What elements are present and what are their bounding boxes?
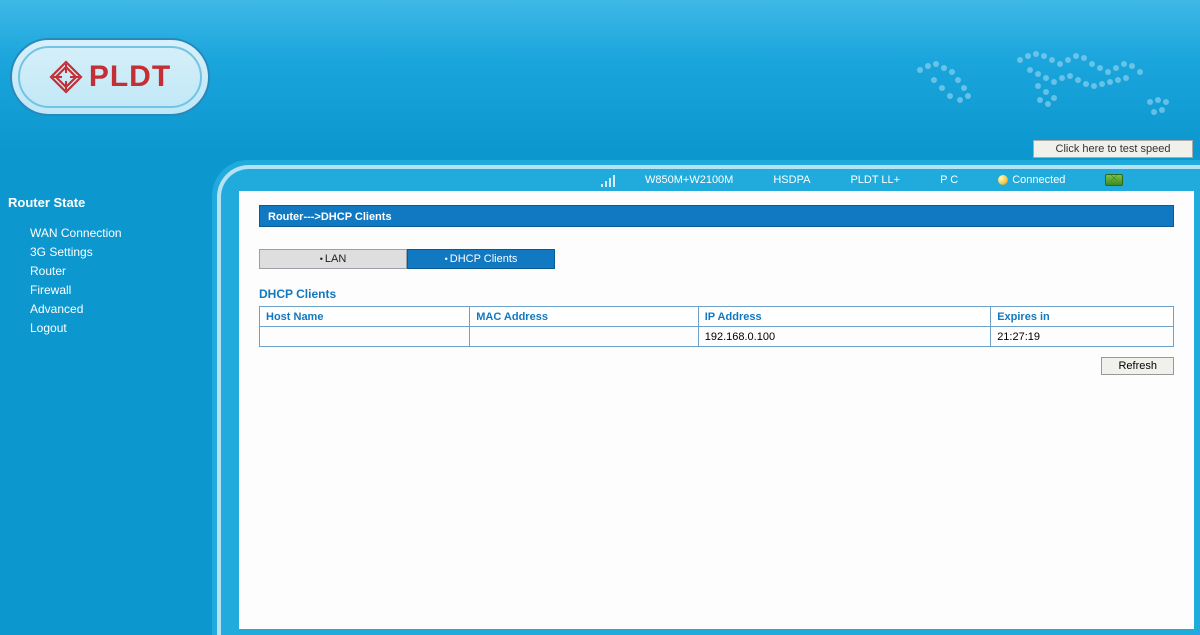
- status-bar: W850M+W2100M HSDPA PLDT LL+ P C Connecte…: [221, 169, 1200, 191]
- dhcp-clients-table: Host Name MAC Address IP Address Expires…: [259, 306, 1174, 347]
- connection-dot-icon: [998, 175, 1008, 185]
- breadcrumb: Router--->DHCP Clients: [259, 205, 1174, 227]
- sidebar-item-wan-connection[interactable]: WAN Connection: [30, 226, 188, 240]
- tabs: •LAN •DHCP Clients: [259, 249, 1174, 269]
- signal-icon: [601, 173, 621, 187]
- sidebar-item-3g-settings[interactable]: 3G Settings: [30, 245, 188, 259]
- test-speed-button[interactable]: Click here to test speed: [1033, 140, 1193, 158]
- header: PLDT Click here to test speed: [0, 0, 1200, 150]
- status-apn: PLDT LL+: [850, 174, 900, 186]
- world-map-decor: [900, 30, 1200, 140]
- sidebar-item-firewall[interactable]: Firewall: [30, 283, 188, 297]
- status-connection-label: Connected: [1012, 174, 1065, 186]
- mail-icon[interactable]: [1105, 174, 1123, 186]
- tab-lan-label: LAN: [325, 253, 346, 265]
- sidebar-item-logout[interactable]: Logout: [30, 321, 188, 335]
- cell-ip: 192.168.0.100: [698, 327, 990, 347]
- col-mac: MAC Address: [470, 307, 699, 327]
- status-connection: Connected: [998, 174, 1065, 186]
- cell-mac: [470, 327, 699, 347]
- cell-hostname: [260, 327, 470, 347]
- refresh-button[interactable]: Refresh: [1101, 357, 1174, 375]
- cell-expires: 21:27:19: [991, 327, 1174, 347]
- col-expires: Expires in: [991, 307, 1174, 327]
- brand-name: PLDT: [89, 60, 171, 94]
- brand-logo-pill: PLDT: [10, 38, 210, 116]
- sidebar-title: Router State: [8, 195, 188, 210]
- tab-dhcp-clients[interactable]: •DHCP Clients: [407, 249, 555, 269]
- main-panel: W850M+W2100M HSDPA PLDT LL+ P C Connecte…: [212, 160, 1200, 635]
- col-ip: IP Address: [698, 307, 990, 327]
- section-title: DHCP Clients: [259, 287, 1174, 301]
- tab-dhcp-label: DHCP Clients: [450, 253, 518, 265]
- sidebar: Router State WAN Connection 3G Settings …: [8, 195, 188, 340]
- status-band: W850M+W2100M: [645, 174, 733, 186]
- brand-logo-icon: [49, 60, 83, 94]
- content-area: Router--->DHCP Clients •LAN •DHCP Client…: [239, 191, 1194, 629]
- sidebar-item-router[interactable]: Router: [30, 264, 188, 278]
- sidebar-item-advanced[interactable]: Advanced: [30, 302, 188, 316]
- table-row: 192.168.0.100 21:27:19: [260, 327, 1174, 347]
- tab-lan[interactable]: •LAN: [259, 249, 407, 269]
- status-mode: HSDPA: [773, 174, 810, 186]
- col-hostname: Host Name: [260, 307, 470, 327]
- status-pc: P C: [940, 174, 958, 186]
